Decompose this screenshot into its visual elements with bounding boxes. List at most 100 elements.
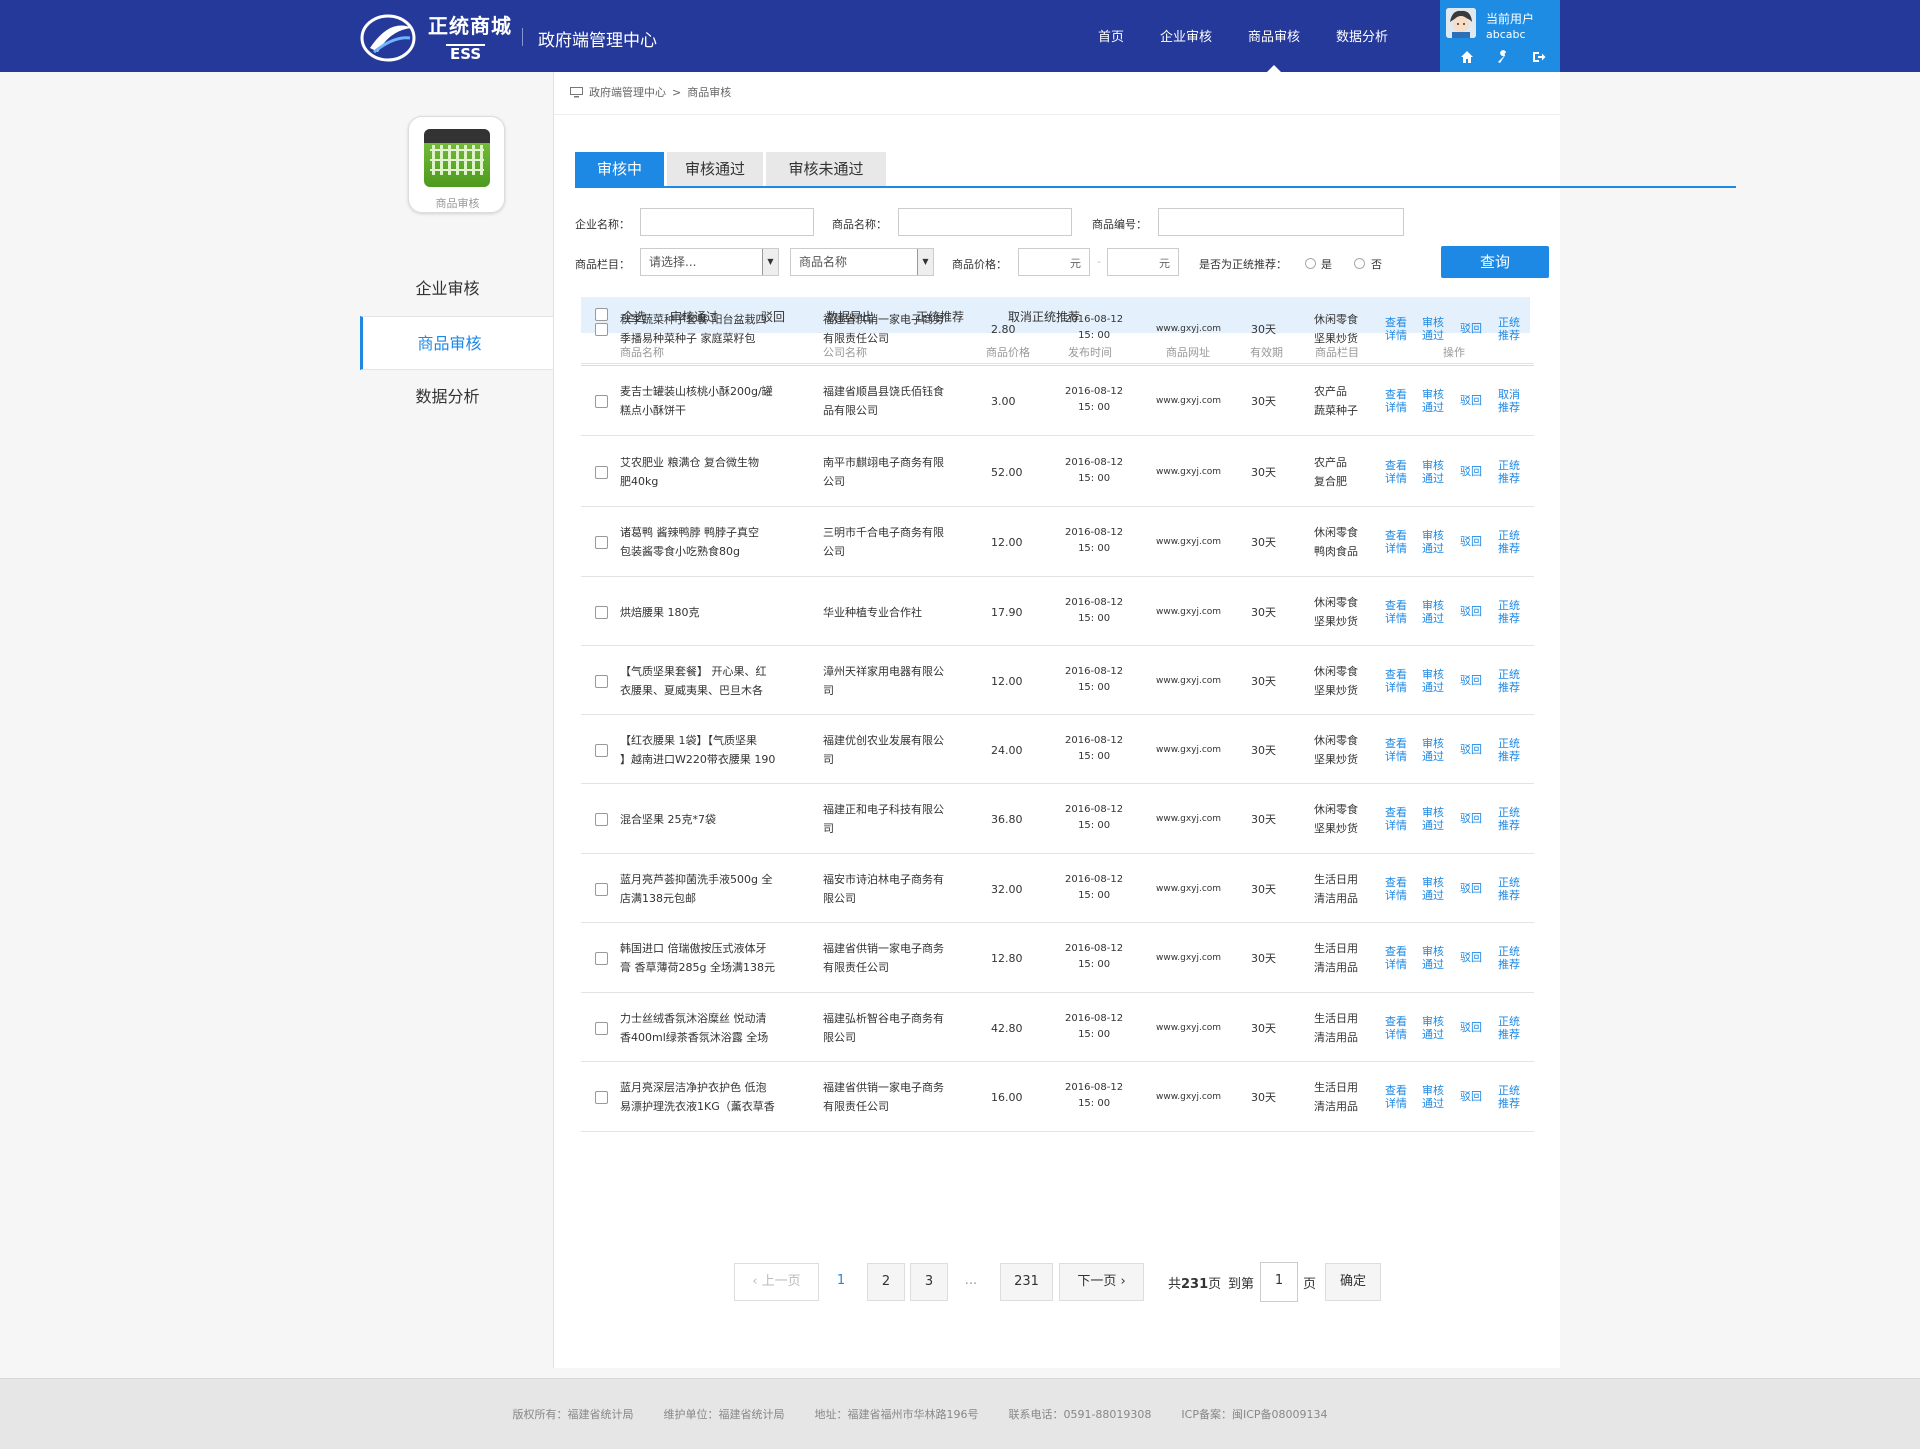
approve-link[interactable]: 审核 通过 <box>1422 599 1444 625</box>
recommend-link[interactable]: 正统 推荐 <box>1498 316 1520 342</box>
nav-home[interactable]: 首页 <box>1080 0 1142 72</box>
product-url[interactable]: www.gxyj.com <box>1156 880 1221 899</box>
goto-page-input[interactable]: 1 <box>1260 1262 1298 1302</box>
logout-icon[interactable] <box>1532 50 1546 64</box>
code-input[interactable] <box>1158 208 1404 236</box>
tab-rejected[interactable]: 审核未通过 <box>766 152 886 186</box>
product-url[interactable]: www.gxyj.com <box>1156 320 1221 339</box>
product-name[interactable]: 混合坚果 25克*7袋 <box>620 810 790 829</box>
approve-link[interactable]: 审核 通过 <box>1422 737 1444 763</box>
reject-link[interactable]: 驳回 <box>1460 951 1482 964</box>
home-icon[interactable] <box>1460 50 1474 64</box>
recommend-link[interactable]: 正统 推荐 <box>1498 1084 1520 1110</box>
row-checkbox[interactable] <box>595 883 608 896</box>
approve-link[interactable]: 审核 通过 <box>1422 945 1444 971</box>
product-name[interactable]: 蓝月亮深层洁净护衣护色 低泡 易漂护理洗衣液1KG（薰衣草香 <box>620 1078 790 1116</box>
recommend-link[interactable]: 正统 推荐 <box>1498 876 1520 902</box>
view-details-link[interactable]: 查看 详情 <box>1385 668 1407 694</box>
sidebar-item-product-review[interactable]: 商品审核 <box>360 316 554 370</box>
recommend-link[interactable]: 正统 推荐 <box>1498 806 1520 832</box>
view-details-link[interactable]: 查看 详情 <box>1385 388 1407 414</box>
row-checkbox[interactable] <box>595 1091 608 1104</box>
view-details-link[interactable]: 查看 详情 <box>1385 316 1407 342</box>
approve-link[interactable]: 审核 通过 <box>1422 876 1444 902</box>
approve-link[interactable]: 审核 通过 <box>1422 529 1444 555</box>
subcategory-select[interactable]: 商品名称 ▼ <box>790 248 934 276</box>
recommend-link[interactable]: 正统 推荐 <box>1498 599 1520 625</box>
product-name[interactable]: 麦吉士罐装山核桃小酥200g/罐 糕点小酥饼干 <box>620 382 790 420</box>
prev-page-button[interactable]: ‹ 上一页 <box>734 1263 819 1301</box>
reject-link[interactable]: 驳回 <box>1460 882 1482 895</box>
row-checkbox[interactable] <box>595 466 608 479</box>
product-url[interactable]: www.gxyj.com <box>1156 741 1221 760</box>
product-input[interactable] <box>898 208 1072 236</box>
row-checkbox[interactable] <box>595 606 608 619</box>
product-name[interactable]: 诸葛鸭 酱辣鸭脖 鸭脖子真空 包装酱零食小吃熟食80g <box>620 523 790 561</box>
approve-link[interactable]: 审核 通过 <box>1422 1084 1444 1110</box>
product-url[interactable]: www.gxyj.com <box>1156 603 1221 622</box>
product-name[interactable]: 韩国进口 倍瑞傲按压式液体牙膏 香草薄荷285g 全场满138元 <box>620 939 790 977</box>
reject-link[interactable]: 驳回 <box>1460 322 1482 335</box>
row-checkbox[interactable] <box>595 395 608 408</box>
reject-link[interactable]: 驳回 <box>1460 1090 1482 1103</box>
reject-link[interactable]: 驳回 <box>1460 1021 1482 1034</box>
nav-data-analysis[interactable]: 数据分析 <box>1318 0 1406 72</box>
price-min-input[interactable]: 元 <box>1018 248 1090 276</box>
approve-link[interactable]: 审核 通过 <box>1422 668 1444 694</box>
row-checkbox[interactable] <box>595 952 608 965</box>
product-name[interactable]: 艾农肥业 粮满仓 复合微生物 肥40kg <box>620 453 790 491</box>
next-page-button[interactable]: 下一页 › <box>1059 1263 1144 1301</box>
recommend-link[interactable]: 正统 推荐 <box>1498 668 1520 694</box>
recommend-yes-radio[interactable] <box>1305 258 1316 269</box>
goto-confirm-button[interactable]: 确定 <box>1325 1263 1381 1301</box>
view-details-link[interactable]: 查看 详情 <box>1385 459 1407 485</box>
recommend-link[interactable]: 正统 推荐 <box>1498 1015 1520 1041</box>
product-url[interactable]: www.gxyj.com <box>1156 392 1221 411</box>
view-details-link[interactable]: 查看 详情 <box>1385 599 1407 625</box>
reject-link[interactable]: 驳回 <box>1460 674 1482 687</box>
recommend-link[interactable]: 正统 推荐 <box>1498 945 1520 971</box>
wrench-icon[interactable] <box>1496 50 1510 64</box>
category-select[interactable]: 请选择... ▼ <box>640 248 779 276</box>
reject-link[interactable]: 驳回 <box>1460 535 1482 548</box>
recommend-link[interactable]: 正统 推荐 <box>1498 737 1520 763</box>
row-checkbox[interactable] <box>595 744 608 757</box>
approve-link[interactable]: 审核 通过 <box>1422 388 1444 414</box>
page-1[interactable]: 1 <box>823 1263 859 1301</box>
reject-link[interactable]: 驳回 <box>1460 743 1482 756</box>
view-details-link[interactable]: 查看 详情 <box>1385 806 1407 832</box>
approve-link[interactable]: 审核 通过 <box>1422 459 1444 485</box>
product-url[interactable]: www.gxyj.com <box>1156 810 1221 829</box>
reject-link[interactable]: 驳回 <box>1460 812 1482 825</box>
product-url[interactable]: www.gxyj.com <box>1156 463 1221 482</box>
product-name[interactable]: 秋季蔬菜种子套餐 阳台盆栽四 季播易种菜种子 家庭菜籽包 <box>620 310 790 348</box>
approve-link[interactable]: 审核 通过 <box>1422 316 1444 342</box>
company-input[interactable] <box>640 208 814 236</box>
product-url[interactable]: www.gxyj.com <box>1156 533 1221 552</box>
sidebar-item-data-analysis[interactable]: 数据分析 <box>360 370 553 424</box>
price-max-input[interactable]: 元 <box>1107 248 1179 276</box>
approve-link[interactable]: 审核 通过 <box>1422 806 1444 832</box>
product-url[interactable]: www.gxyj.com <box>1156 1019 1221 1038</box>
breadcrumb-root[interactable]: 政府端管理中心 <box>589 84 666 100</box>
product-name[interactable]: 烘焙腰果 180克 <box>620 603 790 622</box>
tab-pending[interactable]: 审核中 <box>575 152 664 186</box>
reject-link[interactable]: 驳回 <box>1460 394 1482 407</box>
reject-link[interactable]: 驳回 <box>1460 605 1482 618</box>
recommend-link[interactable]: 取消 推荐 <box>1498 388 1520 414</box>
page-2[interactable]: 2 <box>867 1263 905 1301</box>
view-details-link[interactable]: 查看 详情 <box>1385 1015 1407 1041</box>
reject-link[interactable]: 驳回 <box>1460 465 1482 478</box>
nav-product-review[interactable]: 商品审核 <box>1230 0 1318 72</box>
nav-enterprise-review[interactable]: 企业审核 <box>1142 0 1230 72</box>
row-checkbox[interactable] <box>595 1022 608 1035</box>
page-3[interactable]: 3 <box>910 1263 948 1301</box>
view-details-link[interactable]: 查看 详情 <box>1385 529 1407 555</box>
page-last[interactable]: 231 <box>1000 1263 1053 1301</box>
product-name[interactable]: 力士丝绒香氛沐浴糜丝 悦动清 香400ml绿茶香氛沐浴露 全场 <box>620 1009 790 1047</box>
query-button[interactable]: 查询 <box>1441 246 1549 278</box>
tab-approved[interactable]: 审核通过 <box>667 152 763 186</box>
view-details-link[interactable]: 查看 详情 <box>1385 876 1407 902</box>
sidebar-item-enterprise-review[interactable]: 企业审核 <box>360 262 553 316</box>
recommend-link[interactable]: 正统 推荐 <box>1498 529 1520 555</box>
